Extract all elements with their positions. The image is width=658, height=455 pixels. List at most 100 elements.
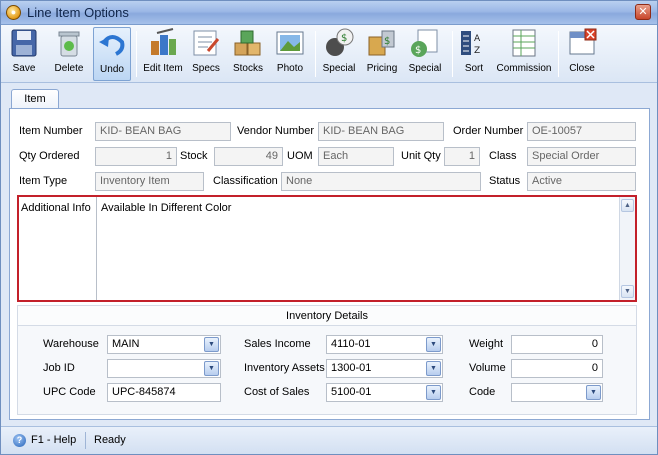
status-label: Status	[489, 175, 521, 187]
sort-button[interactable]: AZ Sort	[457, 27, 491, 81]
svg-text:Z: Z	[474, 46, 480, 56]
warehouse-select[interactable]: MAIN ▼	[107, 335, 221, 354]
close-button[interactable]: Close	[563, 27, 601, 81]
chevron-down-icon[interactable]: ▼	[426, 385, 441, 400]
inventory-details-title: Inventory Details	[18, 306, 636, 326]
chevron-down-icon[interactable]: ▼	[426, 361, 441, 376]
job-id-label: Job ID	[43, 362, 75, 374]
toolbar-separator	[452, 31, 453, 77]
title-bar: ● Line Item Options ✕	[1, 1, 657, 25]
stocks-button[interactable]: Stocks	[229, 27, 267, 81]
pricing-button[interactable]: $ Pricing	[363, 27, 401, 81]
tab-item[interactable]: Item	[11, 89, 59, 110]
stock-label: Stock	[180, 150, 208, 162]
inventory-assets-value: 1300-01	[331, 362, 372, 374]
toolbar-separator	[558, 31, 559, 77]
uom-field[interactable]: Each	[318, 147, 394, 166]
warehouse-value: MAIN	[112, 338, 140, 350]
trash-can-icon	[53, 27, 85, 59]
window-close-button[interactable]: ✕	[635, 4, 651, 20]
chevron-down-icon[interactable]: ▼	[204, 361, 219, 376]
sales-income-value: 4110-01	[331, 338, 371, 350]
status-bar: ? F1 - Help Ready	[1, 426, 657, 454]
sales-income-label: Sales Income	[244, 338, 311, 350]
chevron-down-icon[interactable]: ▼	[586, 385, 601, 400]
specs-button[interactable]: Specs	[188, 27, 224, 81]
toolbar: Save Delete Undo Edit Item Specs Stocks …	[1, 25, 657, 83]
class-label: Class	[489, 150, 517, 162]
job-id-select[interactable]: ▼	[107, 359, 221, 378]
upc-code-field[interactable]: UPC-845874	[107, 383, 221, 402]
code-select[interactable]: ▼	[511, 383, 603, 402]
photo-button[interactable]: Photo	[272, 27, 308, 81]
special-money-icon: $	[323, 27, 355, 59]
stocks-boxes-icon	[232, 27, 264, 59]
item-number-field[interactable]: KID- BEAN BAG	[95, 122, 231, 141]
line-item-options-window: ● Line Item Options ✕ Save Delete Undo E…	[0, 0, 658, 455]
special-document-icon: $	[409, 27, 441, 59]
close-window-icon	[566, 27, 598, 59]
inventory-assets-select[interactable]: 1300-01 ▼	[326, 359, 443, 378]
save-button[interactable]: Save	[5, 27, 43, 81]
volume-field[interactable]: 0	[511, 359, 603, 378]
undo-button[interactable]: Undo	[93, 27, 131, 81]
floppy-disk-icon	[8, 27, 40, 59]
pricing-icon: $	[366, 27, 398, 59]
status-separator	[85, 432, 86, 449]
svg-text:A: A	[474, 34, 481, 44]
app-icon: ●	[6, 5, 21, 20]
qty-ordered-field[interactable]: 1	[95, 147, 177, 166]
svg-text:$: $	[384, 36, 390, 47]
sort-az-icon: AZ	[458, 27, 490, 59]
scroll-up-icon[interactable]: ▲	[621, 199, 634, 212]
svg-text:$: $	[341, 33, 347, 44]
additional-info-box: Additional Info Available In Different C…	[17, 195, 637, 302]
warehouse-label: Warehouse	[43, 338, 99, 350]
item-panel: Item Number KID- BEAN BAG Vendor Number …	[9, 108, 650, 420]
cost-of-sales-label: Cost of Sales	[244, 386, 310, 398]
sales-income-select[interactable]: 4110-01 ▼	[326, 335, 443, 354]
window-title: Line Item Options	[27, 5, 129, 20]
stock-field[interactable]: 49	[214, 147, 283, 166]
order-number-field[interactable]: OE-10057	[527, 122, 636, 141]
svg-text:$: $	[415, 45, 421, 56]
item-type-field[interactable]: Inventory Item	[95, 172, 204, 191]
special-button[interactable]: $ Special	[319, 27, 359, 81]
chevron-down-icon[interactable]: ▼	[426, 337, 441, 352]
chevron-down-icon[interactable]: ▼	[204, 337, 219, 352]
toolbar-separator	[136, 31, 137, 77]
additional-info-label: Additional Info	[21, 202, 91, 214]
classification-field[interactable]: None	[281, 172, 481, 191]
item-number-label: Item Number	[19, 125, 83, 137]
weight-label: Weight	[469, 338, 504, 350]
commission-button[interactable]: Commission	[494, 27, 554, 81]
edit-item-icon	[147, 27, 179, 59]
vendor-number-label: Vendor Number	[237, 125, 315, 137]
additional-info-scrollbar[interactable]: ▲ ▼	[619, 197, 635, 300]
weight-field[interactable]: 0	[511, 335, 603, 354]
order-number-label: Order Number	[453, 125, 524, 137]
help-icon[interactable]: ?	[13, 434, 26, 447]
additional-info-textarea[interactable]: Available In Different Color	[101, 202, 231, 214]
inventory-details-group: Inventory Details Warehouse MAIN ▼ Job I…	[17, 305, 637, 415]
special-pricing-button[interactable]: $ Special	[405, 27, 445, 81]
cost-of-sales-select[interactable]: 5100-01 ▼	[326, 383, 443, 402]
item-type-label: Item Type	[19, 175, 68, 187]
edit-item-button[interactable]: Edit Item	[140, 27, 186, 81]
classification-label: Classification	[213, 175, 278, 187]
status-field[interactable]: Active	[527, 172, 636, 191]
commission-spreadsheet-icon	[508, 27, 540, 59]
cost-of-sales-value: 5100-01	[331, 386, 372, 398]
status-help-text[interactable]: F1 - Help	[31, 434, 76, 446]
scroll-down-icon[interactable]: ▼	[621, 285, 634, 298]
specs-icon	[190, 27, 222, 59]
class-field[interactable]: Special Order	[527, 147, 636, 166]
delete-button[interactable]: Delete	[49, 27, 89, 81]
volume-label: Volume	[469, 362, 506, 374]
code-label: Code	[469, 386, 496, 398]
additional-info-divider	[96, 197, 97, 300]
inventory-assets-label: Inventory Assets	[244, 362, 325, 374]
unit-qty-field[interactable]: 1	[444, 147, 480, 166]
vendor-number-field[interactable]: KID- BEAN BAG	[318, 122, 444, 141]
unit-qty-label: Unit Qty	[401, 150, 441, 162]
